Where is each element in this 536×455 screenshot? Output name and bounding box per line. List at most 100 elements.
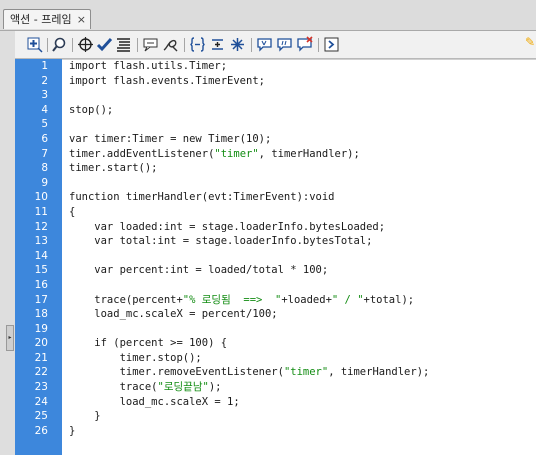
code-line[interactable]: 5 bbox=[15, 117, 536, 132]
toolbar-separator bbox=[47, 38, 48, 52]
code-area[interactable]: 1 import flash.utils.Timer; 2 import flash.… bbox=[15, 59, 536, 438]
code-token: load_mc.scaleX = 1; bbox=[69, 395, 240, 408]
line-number: 23 bbox=[34, 381, 48, 394]
code-line[interactable]: 25 } bbox=[15, 409, 536, 424]
line-number: 12 bbox=[34, 220, 48, 233]
code-line[interactable]: 22 timer.removeEventListener("timer", ti… bbox=[15, 365, 536, 380]
code-text: trace("로딩끝남"); bbox=[69, 380, 222, 395]
code-token: import flash.events.TimerEvent; bbox=[69, 74, 265, 87]
code-line[interactable]: 24 load_mc.scaleX = 1; bbox=[15, 395, 536, 410]
toolbar-separator bbox=[184, 38, 185, 52]
line-number: 10 bbox=[34, 191, 48, 204]
code-text: } bbox=[69, 424, 75, 439]
code-line[interactable]: 9 bbox=[15, 176, 536, 191]
code-token: load_mc.scaleX = percent/100; bbox=[69, 308, 278, 321]
code-text: import flash.utils.Timer; bbox=[69, 59, 227, 74]
code-line[interactable]: 3 bbox=[15, 88, 536, 103]
collapse-braces-icon[interactable] bbox=[189, 36, 206, 53]
code-text: var total:int = stage.loaderInfo.bytesTo… bbox=[69, 234, 372, 249]
toolbox-toggle-icon[interactable] bbox=[323, 36, 340, 53]
code-token: var percent:int = loaded/total * 100; bbox=[69, 264, 329, 277]
code-token: var loaded:int = stage.loaderInfo.bytesL… bbox=[69, 220, 386, 233]
line-number: 22 bbox=[34, 366, 48, 379]
code-text: var timer:Timer = new Timer(10); bbox=[69, 132, 271, 147]
string-literal: "timer" bbox=[214, 147, 259, 160]
panel-left-gutter: ▸ bbox=[0, 31, 15, 455]
string-literal: "% 로딩됨 ==> " bbox=[182, 293, 282, 306]
line-number: 4 bbox=[41, 103, 48, 116]
code-hint-icon[interactable] bbox=[142, 36, 159, 53]
add-script-item-icon[interactable] bbox=[26, 36, 43, 53]
code-line[interactable]: 15 var percent:int = loaded/total * 100; bbox=[15, 263, 536, 278]
code-line[interactable]: 18 load_mc.scaleX = percent/100; bbox=[15, 307, 536, 322]
code-line[interactable]: 13 var total:int = stage.loaderInfo.byte… bbox=[15, 234, 536, 249]
debug-options-icon[interactable] bbox=[162, 36, 179, 53]
code-line[interactable]: 12 var loaded:int = stage.loaderInfo.byt… bbox=[15, 220, 536, 235]
line-number: 25 bbox=[34, 410, 48, 423]
code-token: +loaded+ bbox=[281, 293, 332, 306]
code-token: trace(percent+ bbox=[69, 293, 183, 306]
line-number: 8 bbox=[41, 162, 48, 175]
code-line[interactable]: 2 import flash.events.TimerEvent; bbox=[15, 74, 536, 89]
code-line[interactable]: 8 timer.start(); bbox=[15, 161, 536, 176]
line-number: 5 bbox=[41, 118, 48, 131]
code-token: trace( bbox=[69, 381, 158, 394]
code-line[interactable]: 11 { bbox=[15, 205, 536, 220]
code-text: import flash.events.TimerEvent; bbox=[69, 74, 265, 89]
code-line[interactable]: 1 import flash.utils.Timer; bbox=[15, 59, 536, 74]
line-number: 15 bbox=[34, 264, 48, 277]
code-line[interactable]: 23 trace("로딩끝남"); bbox=[15, 380, 536, 395]
remove-comment-icon[interactable] bbox=[296, 36, 313, 53]
code-line[interactable]: 19 bbox=[15, 322, 536, 337]
actions-toolbar: ✎ bbox=[15, 31, 536, 59]
close-icon[interactable]: × bbox=[77, 10, 86, 29]
code-line[interactable]: 4 stop(); bbox=[15, 103, 536, 118]
code-text: load_mc.scaleX = 1; bbox=[69, 395, 240, 410]
check-syntax-icon[interactable] bbox=[96, 36, 113, 53]
find-icon[interactable] bbox=[51, 36, 68, 53]
code-token: function timerHandler(evt:TimerEvent):vo… bbox=[69, 191, 335, 204]
code-text: timer.start(); bbox=[69, 161, 158, 176]
code-token: { bbox=[69, 205, 76, 218]
line-number: 19 bbox=[34, 322, 48, 335]
line-number: 9 bbox=[41, 176, 48, 189]
code-token: } bbox=[69, 424, 76, 437]
line-number: 11 bbox=[34, 205, 48, 218]
line-number: 21 bbox=[34, 351, 48, 364]
code-line[interactable]: 16 bbox=[15, 278, 536, 293]
code-line[interactable]: 17 trace(percent+"% 로딩됨 ==> "+loaded+" /… bbox=[15, 293, 536, 308]
collapse-selection-icon[interactable] bbox=[209, 36, 226, 53]
code-text: function timerHandler(evt:TimerEvent):vo… bbox=[69, 190, 335, 205]
auto-format-icon[interactable] bbox=[115, 36, 132, 53]
code-token: var total:int = stage.loaderInfo.bytesTo… bbox=[69, 235, 373, 248]
target-path-icon[interactable] bbox=[77, 36, 94, 53]
tab-actions-frame[interactable]: 액션 - 프레임 × bbox=[3, 9, 91, 29]
collapse-arrow-icon[interactable]: ▸ bbox=[6, 325, 14, 351]
code-line[interactable]: 14 bbox=[15, 249, 536, 264]
panel-tab-strip: 액션 - 프레임 × bbox=[0, 0, 536, 31]
pin-script-icon[interactable]: ✎ bbox=[525, 35, 535, 49]
code-text: var loaded:int = stage.loaderInfo.bytesL… bbox=[69, 220, 385, 235]
code-line[interactable]: 20 if (percent >= 100) { bbox=[15, 336, 536, 351]
script-editor[interactable]: 1 import flash.utils.Timer; 2 import flash.… bbox=[15, 59, 536, 455]
code-line[interactable]: 21 timer.stop(); bbox=[15, 351, 536, 366]
code-text: timer.stop(); bbox=[69, 351, 202, 366]
tab-title: 액션 - 프레임 bbox=[10, 13, 72, 26]
code-token: +total); bbox=[363, 293, 415, 306]
code-line[interactable]: 26} bbox=[15, 424, 536, 439]
code-text: { bbox=[69, 205, 75, 220]
line-number: 2 bbox=[41, 74, 48, 87]
expand-all-icon[interactable] bbox=[229, 36, 246, 53]
code-line[interactable]: 7 timer.addEventListener("timer", timerHa… bbox=[15, 147, 536, 162]
line-number: 3 bbox=[41, 89, 48, 102]
code-line[interactable]: 6 var timer:Timer = new Timer(10); bbox=[15, 132, 536, 147]
code-line[interactable]: 10 function timerHandler(evt:TimerEvent):… bbox=[15, 190, 536, 205]
string-literal: "로딩끝남" bbox=[157, 381, 209, 394]
code-text: var percent:int = loaded/total * 100; bbox=[69, 263, 328, 278]
line-number: 17 bbox=[34, 293, 48, 306]
line-comment-icon[interactable] bbox=[276, 36, 293, 53]
toolbar-separator bbox=[137, 38, 138, 52]
block-comment-icon[interactable] bbox=[256, 36, 273, 53]
code-text: timer.addEventListener("timer", timerHan… bbox=[69, 147, 360, 162]
toolbar-separator bbox=[318, 38, 319, 52]
